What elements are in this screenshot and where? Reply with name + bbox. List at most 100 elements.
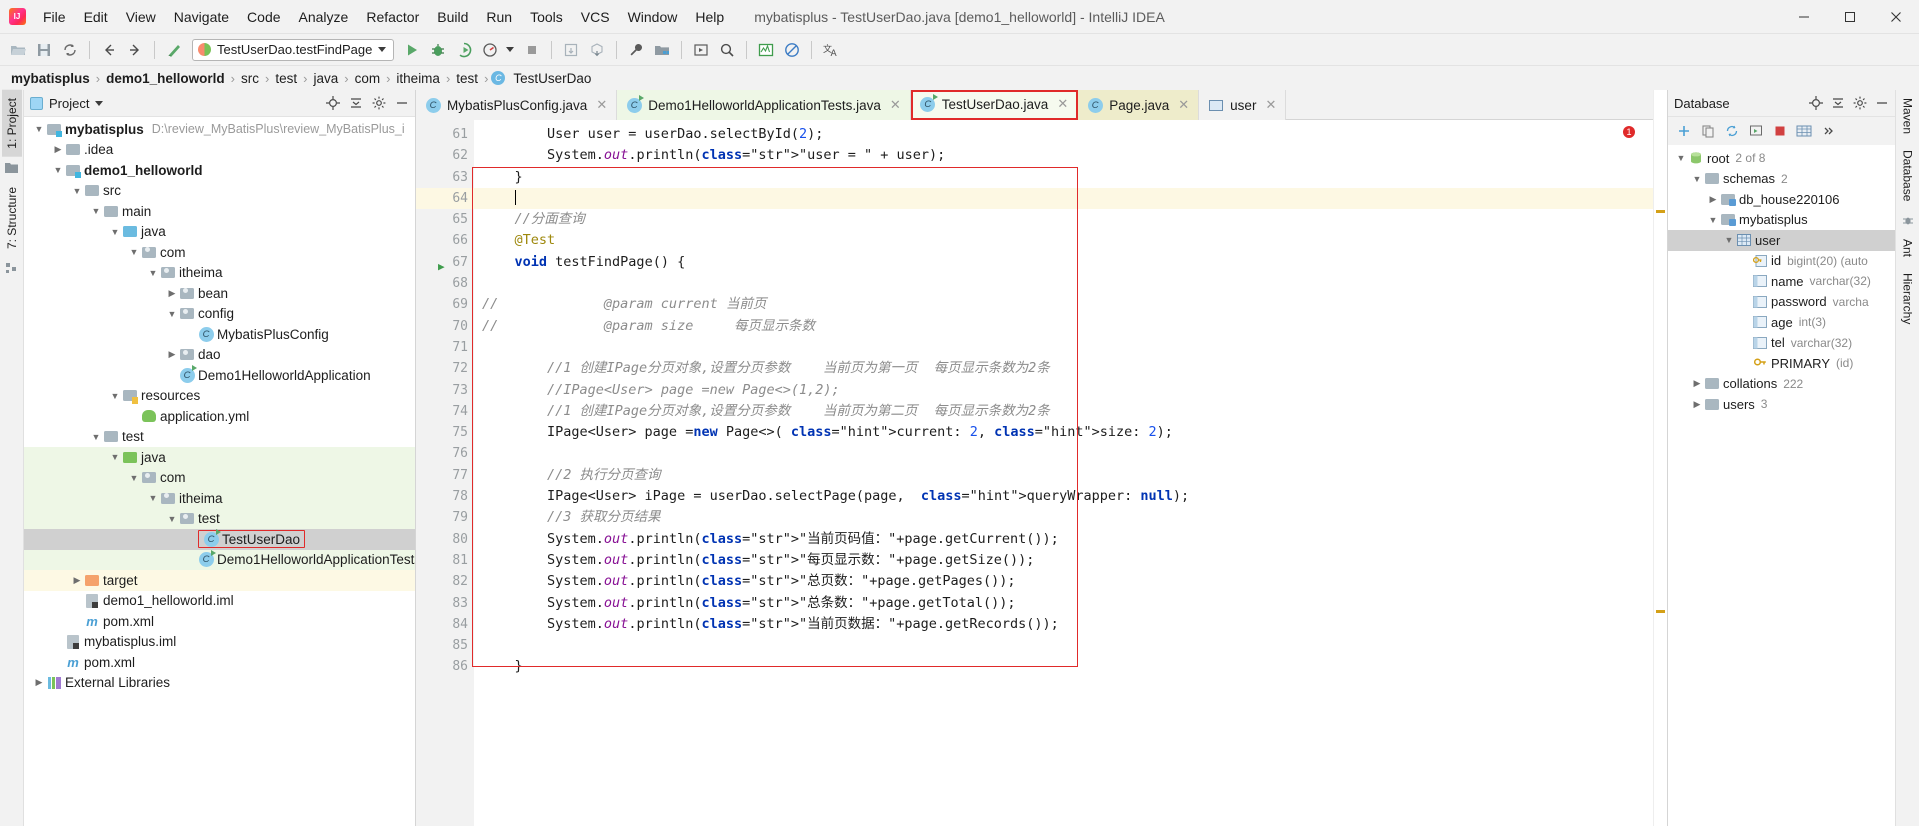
- code-line-86[interactable]: }: [474, 656, 1653, 677]
- line-number-66[interactable]: 66: [416, 230, 474, 251]
- tree-node-main[interactable]: ▼ main: [24, 201, 415, 222]
- settings-wrench-icon[interactable]: [624, 38, 648, 62]
- database-tree[interactable]: ▼ root 2 of 8 ▼ schemas 2 ▶ db_house220106 ▼ myba…: [1668, 145, 1895, 826]
- structure-icon[interactable]: [5, 262, 18, 274]
- db-tree-node-root[interactable]: ▼ root 2 of 8: [1668, 148, 1895, 169]
- line-number-70[interactable]: 70: [416, 316, 474, 337]
- main-toolbar[interactable]: TestUserDao.testFindPage 文 A: [0, 34, 1919, 66]
- menu-window[interactable]: Window: [619, 4, 687, 30]
- line-number-74[interactable]: 74: [416, 401, 474, 422]
- sidebar-item-database[interactable]: Database: [1898, 142, 1918, 209]
- breadcrumb[interactable]: mybatisplus › demo1_helloworld › src › t…: [0, 66, 1919, 90]
- code-line-76[interactable]: [474, 443, 1653, 464]
- editor-tab-bar[interactable]: C MybatisPlusConfig.java ✕ C Demo1Helloworld…: [416, 90, 1653, 120]
- db-tree-node-password[interactable]: password varcha: [1668, 292, 1895, 313]
- package-download-icon[interactable]: [585, 38, 609, 62]
- chevron-down-icon[interactable]: [95, 100, 104, 106]
- hide-panel-icon[interactable]: [395, 96, 409, 110]
- tree-expand-arrow-icon[interactable]: ▼: [108, 391, 122, 401]
- tree-node-content[interactable]: m pom.xml: [65, 654, 135, 670]
- tree-node-dao[interactable]: ▶ dao: [24, 345, 415, 366]
- db-expand-arrow-icon[interactable]: ▼: [1722, 235, 1736, 245]
- project-tree[interactable]: ▼ mybatisplus D:\review_MyBatisPlus\review…: [24, 117, 415, 826]
- line-number-78[interactable]: 78: [416, 486, 474, 507]
- line-number-79[interactable]: 79: [416, 507, 474, 528]
- marker-warning[interactable]: [1656, 210, 1665, 213]
- code-line-83[interactable]: System.out.println(class="str">"总条数："+pa…: [474, 593, 1653, 614]
- db-tree-node-db-house220106[interactable]: ▶ db_house220106: [1668, 189, 1895, 210]
- editor-tab-mybatisplusconfig-java[interactable]: C MybatisPlusConfig.java ✕: [416, 90, 618, 120]
- tree-node-content[interactable]: main: [103, 203, 151, 219]
- line-number-65[interactable]: 65: [416, 209, 474, 230]
- line-number-73[interactable]: 73: [416, 380, 474, 401]
- line-number-77[interactable]: 77: [416, 465, 474, 486]
- menu-help[interactable]: Help: [686, 4, 733, 30]
- minimize-button[interactable]: [1781, 0, 1827, 34]
- tree-node-content[interactable]: demo1_helloworld.iml: [84, 593, 234, 609]
- run-button[interactable]: [400, 38, 424, 62]
- tree-node-com[interactable]: ▼ com: [24, 242, 415, 263]
- sidebar-item-maven[interactable]: Maven: [1898, 90, 1918, 142]
- tree-node-content[interactable]: .idea: [65, 142, 113, 158]
- tree-node-content[interactable]: External Libraries: [46, 675, 170, 691]
- breadcrumb-item-test-pkg[interactable]: test: [453, 71, 481, 86]
- code-line-61[interactable]: User user = userDao.selectById(2);: [474, 124, 1653, 145]
- tree-expand-arrow-icon[interactable]: ▼: [108, 227, 122, 237]
- breadcrumb-item-test[interactable]: test: [272, 71, 300, 86]
- db-tree-node-age[interactable]: age int(3): [1668, 312, 1895, 333]
- profile-button[interactable]: [478, 38, 502, 62]
- db-expand-arrow-icon[interactable]: ▼: [1706, 215, 1720, 225]
- menu-navigate[interactable]: Navigate: [165, 4, 238, 30]
- menu-file[interactable]: File: [34, 4, 75, 30]
- code-line-62[interactable]: System.out.println(class="str">"user = "…: [474, 145, 1653, 166]
- editor-tab-demo1helloworldapplicationtests-java[interactable]: C Demo1HelloworldApplicationTests.java ✕: [617, 90, 911, 120]
- line-number-71[interactable]: 71: [416, 337, 474, 358]
- run-anything-icon[interactable]: [689, 38, 713, 62]
- tree-node-content[interactable]: demo1_helloworld: [65, 162, 203, 178]
- code-line-66[interactable]: @Test: [474, 230, 1653, 251]
- debug-button[interactable]: [426, 38, 450, 62]
- tree-node-content[interactable]: target: [84, 572, 138, 588]
- breadcrumb-item-src[interactable]: src: [238, 71, 262, 86]
- line-number-gutter[interactable]: 61 62 63 64 65 66 67 ▶ 68 69 70 71 72 73 74 75 76 77 78 79 8…: [416, 120, 474, 826]
- more-options-icon[interactable]: [1820, 123, 1836, 139]
- line-number-85[interactable]: 85: [416, 635, 474, 656]
- line-number-68[interactable]: 68: [416, 273, 474, 294]
- save-all-icon[interactable]: [32, 38, 56, 62]
- tree-expand-arrow-icon[interactable]: ▶: [32, 677, 46, 688]
- tree-node-external-libraries[interactable]: ▶ External Libraries: [24, 673, 415, 694]
- tree-node-com[interactable]: ▼ com: [24, 467, 415, 488]
- tree-node-content[interactable]: C Demo1HelloworldApplicationTests: [198, 552, 415, 568]
- table-editor-icon[interactable]: [1796, 123, 1812, 139]
- db-tree-node-user[interactable]: ▼ user: [1668, 230, 1895, 251]
- code-line-68[interactable]: [474, 273, 1653, 294]
- add-datasource-icon[interactable]: [1676, 123, 1692, 139]
- code-content[interactable]: User user = userDao.selectById(2); Syste…: [474, 120, 1653, 826]
- refresh-icon[interactable]: [1724, 123, 1740, 139]
- tree-expand-arrow-icon[interactable]: ▼: [127, 247, 141, 257]
- line-number-69[interactable]: 69: [416, 294, 474, 315]
- code-editor[interactable]: 61 62 63 64 65 66 67 ▶ 68 69 70 71 72 73 74 75 76 77 78 79 8…: [416, 120, 1653, 826]
- menu-bar[interactable]: File Edit View Navigate Code Analyze Ref…: [34, 0, 733, 34]
- db-tree-node-tel[interactable]: tel varchar(32): [1668, 333, 1895, 354]
- breadcrumb-item-itheima[interactable]: itheima: [393, 71, 443, 86]
- db-tree-node-primary[interactable]: PRIMARY (id): [1668, 353, 1895, 374]
- collapse-all-icon[interactable]: [349, 96, 363, 110]
- code-line-65[interactable]: //分面查询: [474, 209, 1653, 230]
- code-line-71[interactable]: [474, 337, 1653, 358]
- tree-expand-arrow-icon[interactable]: ▼: [89, 432, 103, 442]
- db-tree-node-name[interactable]: name varchar(32): [1668, 271, 1895, 292]
- tree-node-demo1-helloworld-iml[interactable]: demo1_helloworld.iml: [24, 591, 415, 612]
- database-toolbar[interactable]: [1668, 117, 1895, 145]
- copy-icon[interactable]: [1700, 123, 1716, 139]
- tree-node-test[interactable]: ▼ test: [24, 508, 415, 529]
- menu-view[interactable]: View: [117, 4, 165, 30]
- code-line-77[interactable]: //2 执行分页查询: [474, 465, 1653, 486]
- tree-expand-arrow-icon[interactable]: ▼: [32, 124, 46, 134]
- db-expand-arrow-icon[interactable]: ▼: [1690, 174, 1704, 184]
- menu-code[interactable]: Code: [238, 4, 289, 30]
- line-number-63[interactable]: 63: [416, 167, 474, 188]
- tree-node-content[interactable]: test: [179, 511, 220, 527]
- no-entry-icon[interactable]: [780, 38, 804, 62]
- line-number-81[interactable]: 81: [416, 550, 474, 571]
